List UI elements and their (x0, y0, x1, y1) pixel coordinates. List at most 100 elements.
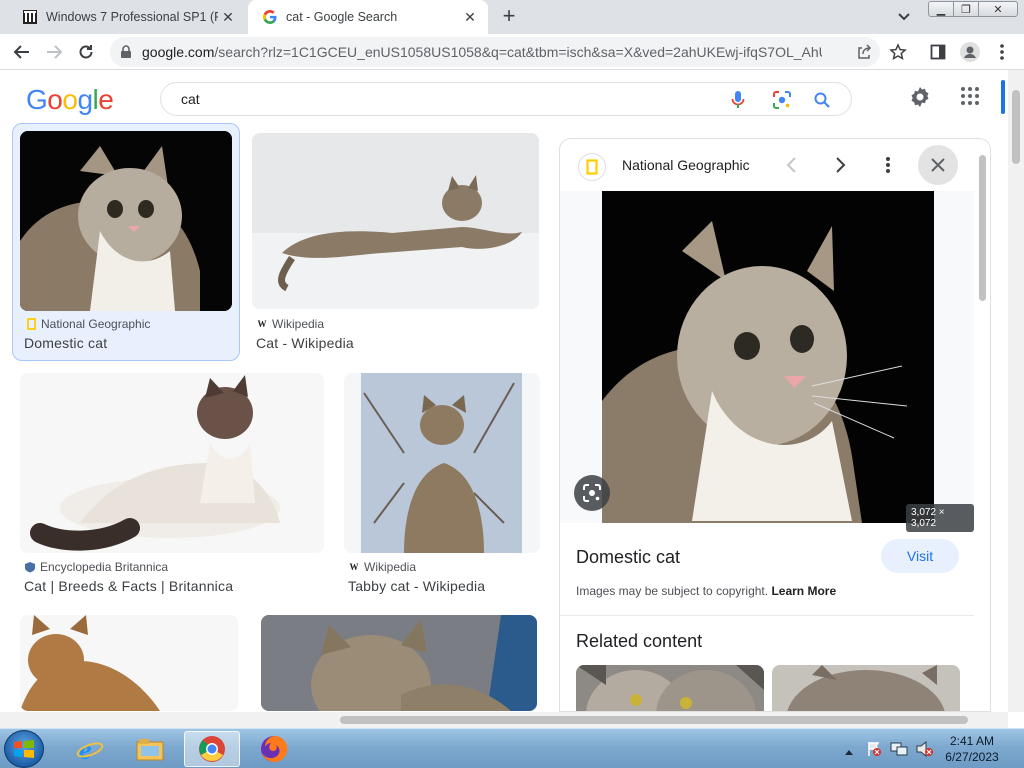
preview-title[interactable]: Domestic cat (576, 547, 680, 568)
chevron-right-icon[interactable] (830, 155, 850, 180)
result-caption[interactable]: Domestic cat (24, 335, 107, 351)
search-box[interactable]: cat (160, 82, 852, 116)
chrome-menu-icon[interactable] (990, 40, 1014, 64)
monument-icon (22, 9, 38, 25)
action-center-flag-icon[interactable] (866, 741, 882, 762)
preview-scrollbar[interactable] (976, 147, 988, 711)
search-icon[interactable] (811, 89, 833, 111)
firefox-icon[interactable] (246, 731, 302, 767)
logo-letter: g (77, 84, 93, 115)
maximize-window-button[interactable]: ❐ (953, 1, 979, 17)
profile-avatar-icon[interactable] (958, 40, 982, 64)
cat-thumbnail[interactable] (20, 131, 232, 311)
logo-letter: e (98, 84, 114, 115)
internet-explorer-icon[interactable]: e (62, 731, 118, 767)
forward-arrow-icon[interactable] (42, 40, 66, 64)
logo-letter: o (62, 84, 78, 115)
settings-gear-icon[interactable] (908, 85, 932, 114)
image-result-cat-wikipedia[interactable]: W Wikipedia Cat - Wikipedia (252, 133, 542, 353)
source-name: Wikipedia (272, 317, 325, 331)
cat-thumbnail[interactable] (252, 133, 539, 309)
google-lens-icon[interactable] (771, 89, 793, 111)
visit-button[interactable]: Visit (881, 539, 959, 573)
image-result-cat-britannica[interactable]: Encyclopedia Britannica Cat | Breeds & F… (20, 373, 326, 603)
cat-thumbnail[interactable] (261, 615, 537, 711)
copyright-notice: Images may be subject to copyright. Lear… (576, 584, 836, 598)
cat-thumbnail[interactable] (344, 373, 540, 553)
vertical-scrollbar-thumb[interactable] (1012, 90, 1020, 164)
vertical-scrollbar[interactable] (1008, 70, 1024, 712)
image-result-partial-1[interactable] (20, 615, 240, 715)
system-clock[interactable]: 2:41 AM 6/27/2023 (932, 733, 1012, 765)
google-g-icon (262, 9, 278, 25)
source-name: Encyclopedia Britannica (40, 560, 169, 574)
reload-icon[interactable] (74, 40, 98, 64)
learn-more-link[interactable]: Learn More (771, 584, 836, 598)
clock-time: 2:41 AM (949, 734, 995, 748)
side-panel-icon[interactable] (926, 40, 950, 64)
result-source[interactable]: W Wikipedia (256, 317, 325, 331)
tab-google-search[interactable]: cat - Google Search ✕ (248, 0, 488, 34)
google-lens-search-icon[interactable] (574, 475, 610, 511)
natgeo-icon[interactable] (578, 153, 606, 181)
related-content-heading: Related content (576, 631, 703, 651)
horizontal-scrollbar-thumb[interactable] (340, 716, 968, 724)
back-arrow-icon[interactable] (10, 40, 34, 64)
copyright-text: Images may be subject to copyright. (576, 584, 769, 598)
network-icon[interactable] (890, 741, 908, 762)
tab-title: Windows 7 Professional SP1 (Rus (46, 10, 218, 24)
bookmark-star-icon[interactable] (886, 40, 910, 64)
search-query[interactable]: cat (181, 91, 200, 107)
related-image-2[interactable] (772, 665, 960, 711)
clock-date: 6/27/2023 (945, 750, 999, 764)
url-path: /search?rlz=1C1GCEU_enUS1058US1058&q=cat… (214, 44, 822, 60)
result-caption[interactable]: Cat - Wikipedia (256, 335, 354, 351)
close-tab-icon[interactable]: ✕ (460, 7, 480, 27)
windows-logo-icon (14, 740, 34, 758)
account-edge-indicator (1001, 80, 1005, 114)
result-source[interactable]: Encyclopedia Britannica (24, 560, 168, 574)
show-hidden-icons-icon[interactable] (844, 743, 854, 761)
tab-search-chevron-icon[interactable] (894, 8, 914, 26)
tab-windows7[interactable]: Windows 7 Professional SP1 (Rus ✕ (8, 0, 246, 34)
preview-source-name[interactable]: National Geographic (622, 157, 750, 173)
preview-image-area: 3,072 × 3,072 (560, 191, 974, 532)
tab-strip: Windows 7 Professional SP1 (Rus ✕ cat - … (0, 0, 1024, 34)
start-button[interactable] (4, 730, 44, 768)
image-result-tabby-cat[interactable]: W Wikipedia Tabby cat - Wikipedia (344, 373, 542, 603)
google-logo[interactable]: Google (26, 84, 114, 116)
wikipedia-icon: W (257, 319, 267, 329)
result-caption[interactable]: Cat | Breeds & Facts | Britannica (24, 578, 233, 594)
chrome-taskbar-icon[interactable] (184, 731, 240, 767)
image-result-domestic-cat[interactable]: National Geographic Domestic cat (12, 123, 240, 361)
voice-search-mic-icon[interactable] (727, 89, 749, 111)
related-image-1[interactable] (576, 665, 764, 711)
close-window-button[interactable]: ✕ (978, 1, 1018, 17)
horizontal-scrollbar[interactable] (0, 712, 1008, 728)
file-explorer-icon[interactable] (122, 731, 178, 767)
tab-title: cat - Google Search (286, 10, 398, 24)
address-bar[interactable]: google.com/search?rlz=1C1GCEU_enUS1058US… (110, 37, 880, 67)
close-preview-button[interactable] (918, 145, 958, 185)
image-result-partial-2[interactable] (261, 615, 539, 715)
close-tab-icon[interactable]: ✕ (218, 7, 238, 27)
cat-thumbnail[interactable] (20, 373, 324, 553)
browser-toolbar: google.com/search?rlz=1C1GCEU_enUS1058US… (0, 34, 1024, 70)
lock-icon[interactable] (120, 45, 132, 64)
new-tab-button[interactable]: + (498, 5, 520, 28)
preview-cat-image[interactable] (602, 191, 934, 523)
windows-taskbar: e 2:41 AM 6/27/2023 (0, 728, 1024, 768)
image-dimensions: 3,072 × 3,072 (906, 504, 974, 532)
more-options-icon[interactable] (878, 155, 898, 180)
wikipedia-icon: W (349, 562, 359, 572)
chevron-left-icon[interactable] (782, 155, 802, 180)
preview-scrollbar-thumb[interactable] (979, 155, 986, 301)
result-source[interactable]: National Geographic (25, 317, 150, 331)
result-source[interactable]: W Wikipedia (348, 560, 417, 574)
google-apps-grid-icon[interactable] (960, 86, 980, 111)
share-icon[interactable] (856, 44, 872, 65)
minimize-window-button[interactable]: ▁ (928, 1, 954, 17)
result-caption[interactable]: Tabby cat - Wikipedia (348, 578, 485, 594)
cat-thumbnail[interactable] (20, 615, 238, 711)
url-text: google.com/search?rlz=1C1GCEU_enUS1058US… (142, 44, 822, 60)
